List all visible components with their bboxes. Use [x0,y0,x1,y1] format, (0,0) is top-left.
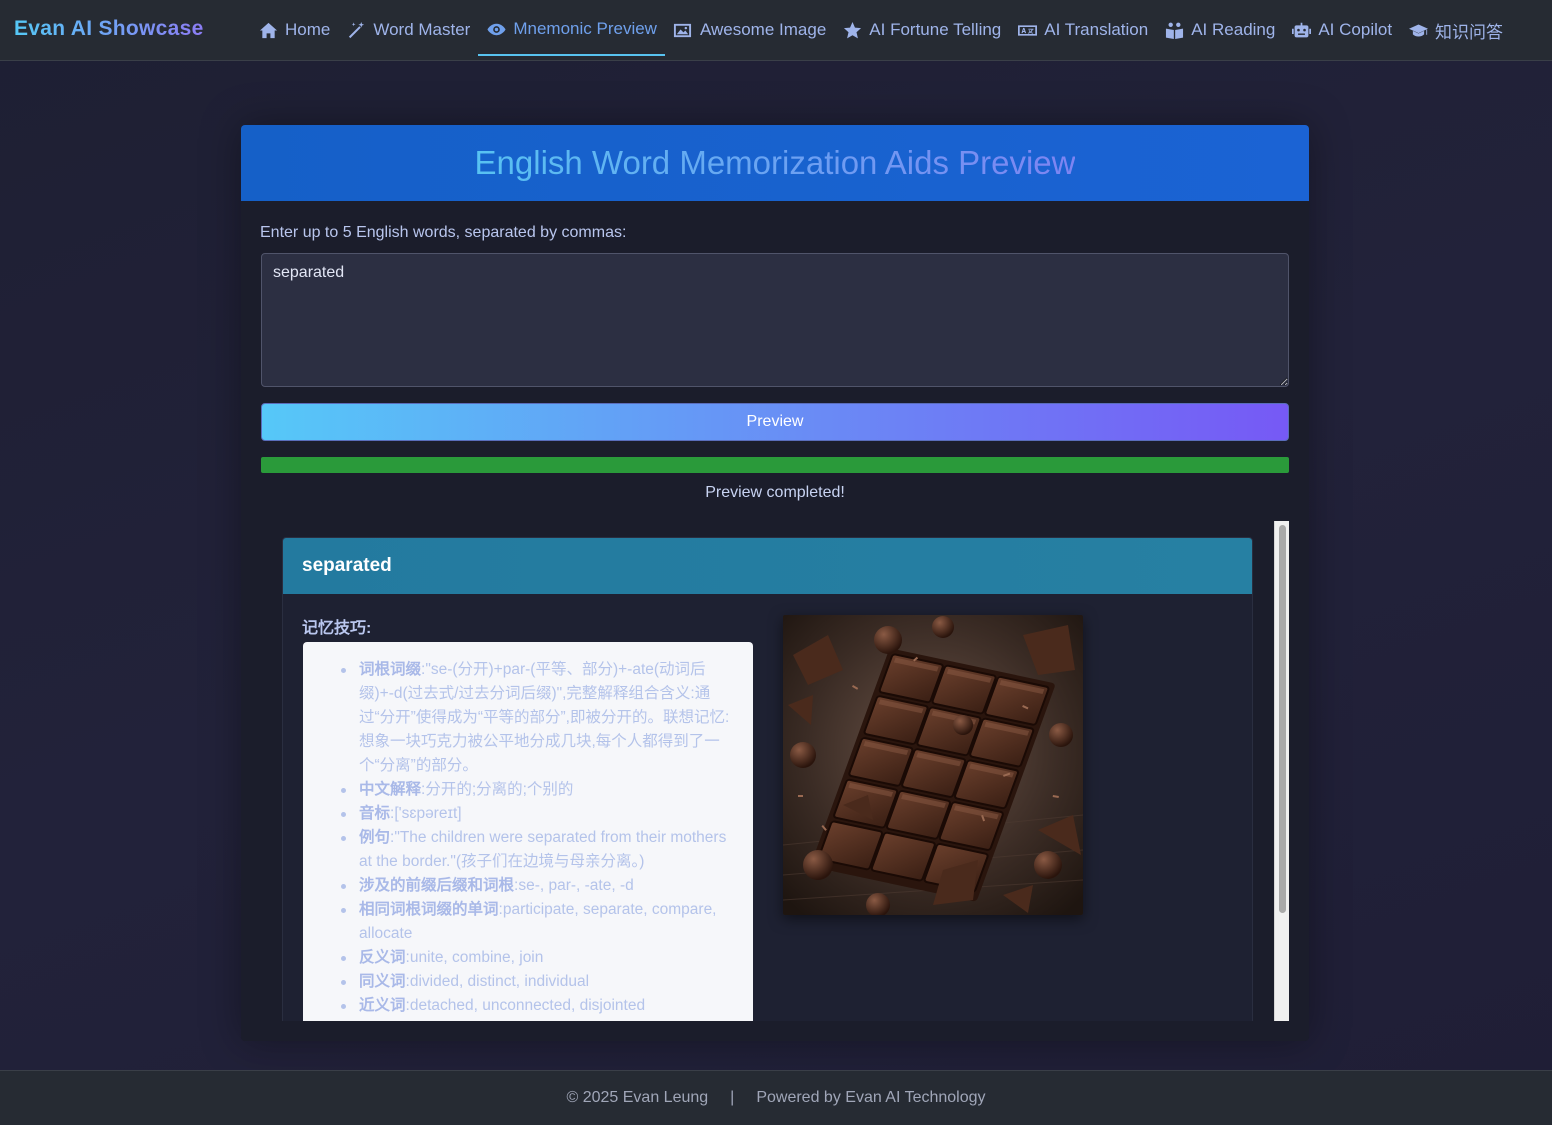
progress-bar-fill [261,457,1289,473]
words-input-label: Enter up to 5 English words, separated b… [260,224,627,241]
nav-label: Awesome Image [699,20,827,39]
item-key: 近义词 [359,997,406,1014]
nav-item-ai-copilot[interactable]: AI Copilot [1283,4,1400,56]
mnemonic-box: 词根词缀:"se-(分开)+par-(平等、部分)+-ate(动词后缀)+-d(… [303,642,753,1021]
list-item: 同义词:divided, distinct, individual [329,970,739,994]
image-icon [673,20,693,40]
nav-item-knowledge-qa[interactable]: 知识问答 [1400,4,1511,56]
list-item: 近义词:detached, unconnected, disjointed [329,994,739,1018]
item-key: 例句 [359,829,391,846]
results-scrollbar[interactable] [1274,521,1289,1021]
status-text: Preview completed! [705,484,845,501]
item-text: :detached, unconnected, disjointed [405,997,646,1014]
item-key: 音标 [359,805,391,822]
main-nav: Home Word Master Mnemonic Preview Awesom… [250,0,1511,61]
robot-icon [1291,20,1311,40]
footer-powered-by: Powered by Evan AI Technology [756,1089,986,1106]
mnemonic-preview-card: English Word Memorization Aids Preview E… [241,125,1309,1041]
nav-item-home[interactable]: Home [250,4,338,56]
brand-logo[interactable]: Evan AI Showcase [14,17,204,41]
list-item: 相同词根词缀的单词:participate, separate, compare… [329,898,739,946]
nav-item-ai-reading[interactable]: AI Reading [1156,4,1283,56]
nav-label: AI Fortune Telling [869,20,1002,39]
graduation-cap-icon [1408,20,1428,40]
item-text: :"The children were separated from their… [359,829,727,870]
scrollbar-thumb[interactable] [1279,525,1286,913]
list-item: 反义词:unite, combine, join [329,946,739,970]
item-text: :unite, combine, join [405,949,544,966]
chocolate-bar-image [783,615,1083,915]
results-panel[interactable]: separated 记忆技巧: 词根词缀:"se-(分开)+par-(平等、部分… [261,521,1289,1021]
nav-label: Mnemonic Preview [513,19,657,38]
nav-label: AI Copilot [1318,20,1393,39]
item-text: :分开的;分离的;个别的 [421,781,574,798]
list-item: 中文解释:分开的;分离的;个别的 [329,778,739,802]
list-item: 词根词缀:"se-(分开)+par-(平等、部分)+-ate(动词后缀)+-d(… [329,658,739,778]
footer-copyright: © 2025 Evan Leung [566,1089,709,1106]
nav-label: 知识问答 [1435,22,1504,42]
word-title: separated [302,555,392,576]
list-item: 例句:"The children were separated from the… [329,826,739,874]
words-input[interactable] [261,253,1289,387]
top-navbar: Evan AI Showcase Home Word Master Mnemon… [0,0,1552,61]
nav-item-mnemonic-preview[interactable]: Mnemonic Preview [478,4,665,56]
list-item: 涉及的前缀后缀和词根:se-, par-, -ate, -d [329,874,739,898]
word-card-header: separated [283,538,1252,594]
star-icon [842,20,862,40]
card-header: English Word Memorization Aids Preview [241,125,1309,201]
list-item: 音标:['sɛpəreɪt] [329,802,739,826]
item-key: 反义词 [359,949,406,966]
nav-item-word-master[interactable]: Word Master [338,4,478,56]
nav-item-ai-translation[interactable]: AI Translation [1009,4,1156,56]
mnemonic-list: 词根词缀:"se-(分开)+par-(平等、部分)+-ate(动词后缀)+-d(… [329,658,739,1018]
mnemonic-label: 记忆技巧: [302,620,372,637]
word-result-card: separated 记忆技巧: 词根词缀:"se-(分开)+par-(平等、部分… [282,537,1253,1021]
nav-label: Word Master [373,20,471,39]
nav-label: AI Translation [1044,20,1149,39]
progress-bar [261,457,1289,473]
reader-icon [1164,20,1184,40]
item-key: 同义词 [359,973,406,990]
nav-label: AI Reading [1191,20,1276,39]
nav-item-ai-fortune-telling[interactable]: AI Fortune Telling [834,4,1009,56]
item-text: :divided, distinct, individual [405,973,590,990]
translate-icon [1017,20,1037,40]
nav-item-awesome-image[interactable]: Awesome Image [665,4,834,56]
preview-button[interactable]: Preview [261,403,1289,441]
item-key: 词根词缀 [359,661,422,678]
magic-wand-icon [346,20,366,40]
footer-separator: | [730,1089,735,1106]
home-icon [258,20,278,40]
footer: © 2025 Evan Leung | Powered by Evan AI T… [0,1070,1552,1125]
nav-label: Home [285,20,331,39]
item-key: 相同词根词缀的单词 [359,901,499,918]
item-text: :se-, par-, -ate, -d [514,877,634,894]
page-title: English Word Memorization Aids Preview [474,144,1076,181]
eye-icon [486,19,506,39]
item-text: :['sɛpəreɪt] [390,805,462,822]
item-key: 涉及的前缀后缀和词根 [359,877,515,894]
item-key: 中文解释 [359,781,422,798]
